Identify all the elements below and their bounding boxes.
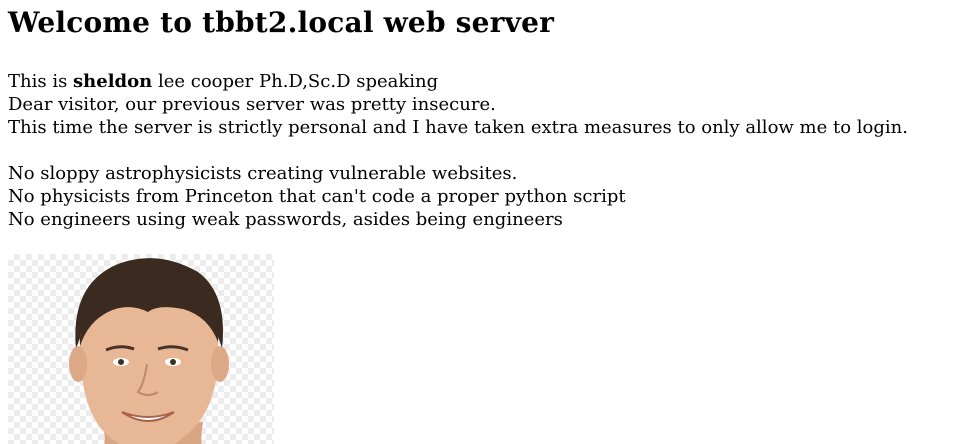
rules-paragraph: No sloppy astrophysicists creating vulne… <box>8 162 976 231</box>
intro-paragraph: This is sheldon lee cooper Ph.D,Sc.D spe… <box>8 70 976 139</box>
intro-name: sheldon <box>73 71 153 92</box>
page: Welcome to tbbt2.local web server This i… <box>0 0 976 444</box>
rule-line: No physicists from Princeton that can't … <box>8 186 626 207</box>
intro-suffix: lee cooper Ph.D,Sc.D speaking <box>152 71 439 92</box>
rule-line: No sloppy astrophysicists creating vulne… <box>8 163 518 184</box>
portrait-ear-left <box>69 346 87 382</box>
intro-prefix: This is <box>8 71 74 92</box>
intro-line-2: Dear visitor, our previous server was pr… <box>8 94 496 115</box>
rule-line: No engineers using weak passwords, aside… <box>8 209 563 230</box>
portrait-pupil-right <box>170 359 176 365</box>
sheldon-photo <box>8 254 274 444</box>
portrait-image <box>69 258 229 444</box>
portrait-ear-right <box>211 346 229 382</box>
portrait-pupil-left <box>118 359 124 365</box>
intro-line-3: This time the server is strictly persona… <box>8 117 908 138</box>
page-title: Welcome to tbbt2.local web server <box>8 6 555 39</box>
